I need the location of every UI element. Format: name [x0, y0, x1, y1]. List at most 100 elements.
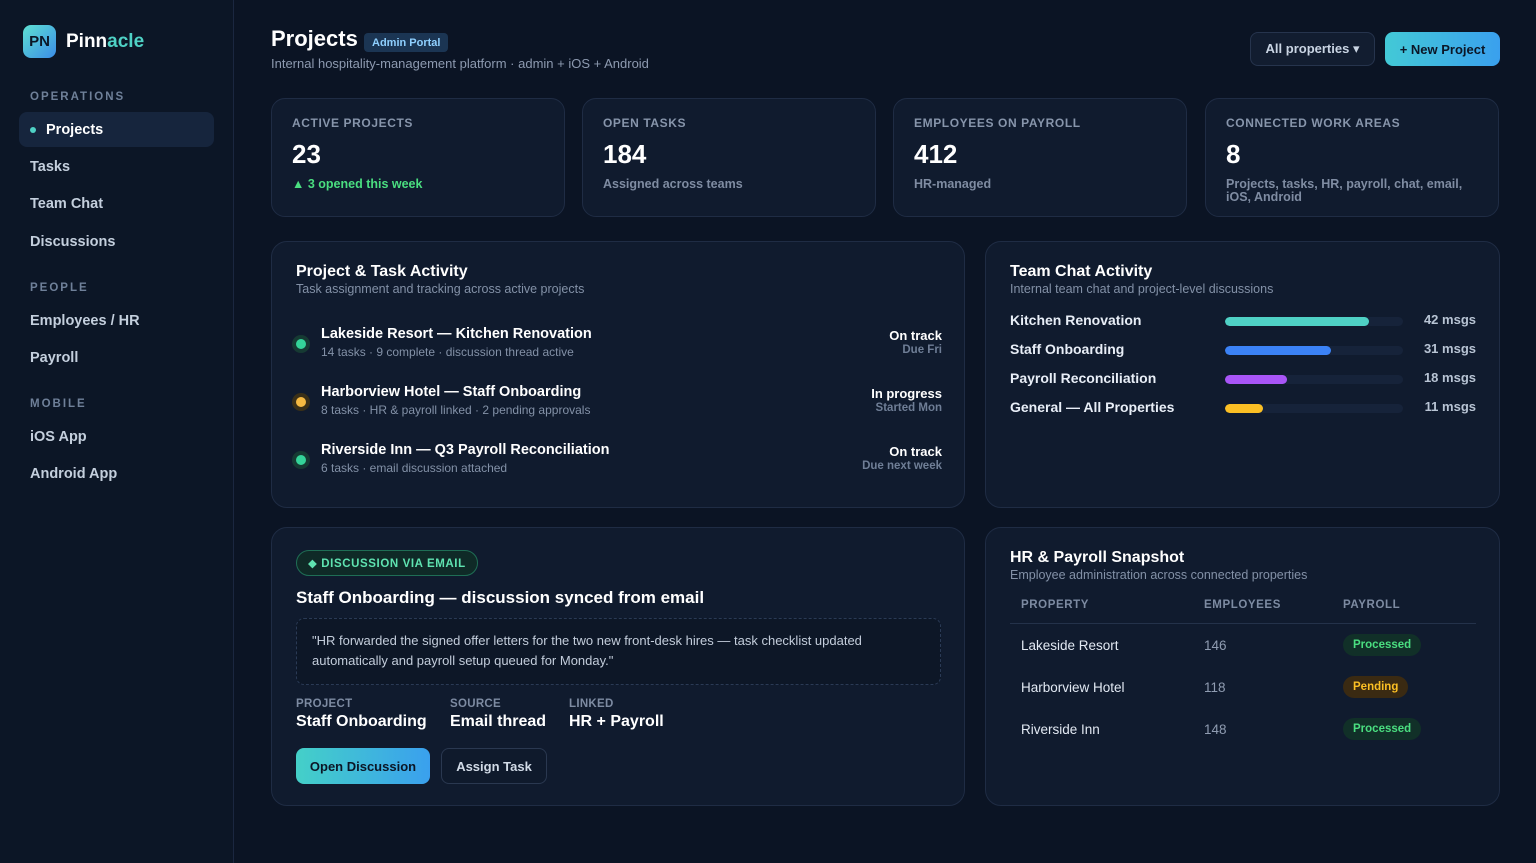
meta-value: HR + Payroll: [569, 713, 664, 730]
stat-card-active-projects: Active Projects 23 ▲ 3 opened this week: [271, 98, 565, 217]
property-filter-dropdown[interactable]: All properties ▾: [1250, 32, 1375, 66]
stat-value: 412: [914, 139, 958, 169]
panel-subtitle: Task assignment and tracking across acti…: [296, 282, 585, 296]
chat-row[interactable]: Kitchen Renovation 42 msgs: [1010, 311, 1476, 331]
discussion-source-pill: ◆ DISCUSSION VIA EMAIL: [296, 550, 478, 576]
chat-channel-name: Kitchen Renovation: [1010, 312, 1142, 328]
active-dot-icon: [30, 126, 36, 133]
chat-row[interactable]: Payroll Reconciliation 18 msgs: [1010, 369, 1476, 389]
stat-note: Assigned across teams: [603, 177, 743, 191]
meta-label: Project: [296, 698, 353, 710]
stat-value: 8: [1226, 139, 1241, 169]
activity-item[interactable]: Harborview Hotel — Staff Onboarding 8 ta…: [292, 384, 942, 424]
status-dot-icon: [296, 339, 306, 349]
meta-value: Staff Onboarding: [296, 713, 427, 730]
sidebar-item-label: Discussions: [30, 233, 116, 250]
sidebar-item-team-chat[interactable]: Team Chat: [19, 186, 214, 221]
chat-channel-name: General — All Properties: [1010, 399, 1175, 415]
stat-note: ▲ 3 opened this week: [292, 177, 423, 191]
sidebar-item-label: Projects: [46, 121, 104, 138]
sidebar-item-label: Team Chat: [30, 195, 104, 212]
stat-card-employees-on-payroll: Employees on Payroll 412 HR-managed: [893, 98, 1187, 217]
sidebar: PN Pinnacle OPERATIONS Projects Tasks Te…: [0, 0, 234, 863]
sidebar-item-label: iOS App: [30, 428, 87, 445]
payroll-status-badge: Processed: [1343, 634, 1422, 656]
sidebar-item-ios-app[interactable]: iOS App: [19, 419, 214, 454]
table-row[interactable]: Riverside Inn 148 Processed: [1010, 708, 1476, 750]
stat-note: HR-managed: [914, 177, 992, 191]
chat-count: 18 msgs: [1423, 370, 1476, 385]
activity-title: Harborview Hotel — Staff Onboarding: [321, 384, 582, 400]
cell-property: Riverside Inn: [1021, 722, 1100, 737]
table-row[interactable]: Harborview Hotel 118 Pending: [1010, 666, 1476, 708]
activity-item[interactable]: Riverside Inn — Q3 Payroll Reconciliatio…: [292, 442, 942, 482]
sidebar-item-payroll[interactable]: Payroll: [19, 340, 214, 375]
stat-label: Open Tasks: [603, 116, 687, 130]
activity-meta: 14 tasks · 9 complete · discussion threa…: [321, 345, 574, 359]
activity-title: Riverside Inn — Q3 Payroll Reconciliatio…: [321, 442, 610, 458]
sidebar-item-tasks[interactable]: Tasks: [19, 149, 214, 184]
chat-count: 31 msgs: [1423, 341, 1476, 356]
stat-value: 184: [603, 139, 647, 169]
chat-count: 42 msgs: [1423, 312, 1476, 327]
chat-bar-track: [1225, 404, 1403, 413]
assign-task-button[interactable]: Assign Task: [441, 748, 547, 784]
chat-bar-fill: [1225, 346, 1332, 355]
chat-channel-name: Staff Onboarding: [1010, 341, 1125, 357]
stat-card-open-tasks: Open Tasks 184 Assigned across teams: [582, 98, 876, 217]
nav-section-people: PEOPLE: [30, 282, 89, 294]
chat-row[interactable]: Staff Onboarding 31 msgs: [1010, 340, 1476, 360]
activity-status: On track: [889, 328, 942, 343]
column-header-payroll: PAYROLL: [1343, 599, 1401, 611]
sidebar-item-android-app[interactable]: Android App: [19, 456, 214, 491]
status-dot-icon: [296, 455, 306, 465]
meta-project: Project Staff Onboarding: [296, 698, 427, 731]
discussion-quote: "HR forwarded the signed offer letters f…: [296, 618, 941, 685]
activity-status: On track: [889, 444, 942, 459]
cell-property: Lakeside Resort: [1021, 638, 1119, 653]
panel-subtitle: Internal team chat and project-level dis…: [1010, 282, 1274, 296]
status-ring: [292, 393, 310, 411]
stat-card-connected-work-areas: Connected Work Areas 8 Projects, tasks, …: [1205, 98, 1499, 217]
open-discussion-button[interactable]: Open Discussion: [296, 748, 430, 784]
sidebar-item-employees-hr[interactable]: Employees / HR: [19, 303, 214, 338]
panel-title: Project & Task Activity: [296, 263, 468, 280]
column-header-employees: EMPLOYEES: [1204, 599, 1281, 611]
activity-meta: 6 tasks · email discussion attached: [321, 461, 508, 475]
activity-due: Due next week: [862, 460, 942, 472]
nav-section-mobile: MOBILE: [30, 398, 87, 410]
payroll-status-badge: Pending: [1343, 676, 1409, 698]
activity-meta: 8 tasks · HR & payroll linked · 2 pendin…: [321, 403, 591, 417]
chat-bar-track: [1225, 346, 1403, 355]
new-project-button[interactable]: + New Project: [1385, 32, 1500, 66]
page-subtitle: Internal hospitality-management platform…: [271, 56, 649, 71]
activity-due: Due Fri: [902, 344, 942, 356]
brand[interactable]: PN Pinnacle: [23, 25, 144, 58]
nav-section-operations: OPERATIONS: [30, 91, 126, 103]
brand-logo: PN: [23, 25, 56, 58]
activity-title: Lakeside Resort — Kitchen Renovation: [321, 326, 592, 342]
sidebar-item-projects[interactable]: Projects: [19, 112, 214, 147]
sidebar-item-label: Tasks: [30, 158, 71, 175]
table-row[interactable]: Lakeside Resort 146 Processed: [1010, 624, 1476, 666]
meta-linked: Linked HR + Payroll: [569, 698, 664, 731]
activity-item[interactable]: Lakeside Resort — Kitchen Renovation 14 …: [292, 326, 942, 366]
activity-panel: Project & Task Activity Task assignment …: [271, 241, 965, 508]
stat-value: 23: [292, 139, 321, 169]
sidebar-item-discussions[interactable]: Discussions: [19, 224, 214, 259]
panel-title: HR & Payroll Snapshot: [1010, 549, 1185, 566]
sidebar-item-label: Employees / HR: [30, 312, 140, 329]
meta-source: Source Email thread: [450, 698, 546, 731]
stat-label: Connected Work Areas: [1226, 116, 1401, 130]
hr-table: PROPERTY EMPLOYEES PAYROLL Lakeside Reso…: [1010, 590, 1476, 750]
discussion-title: Staff Onboarding — discussion synced fro…: [296, 588, 705, 607]
page-title: Projects: [271, 26, 358, 51]
chat-channel-name: Payroll Reconciliation: [1010, 370, 1157, 386]
chat-bar-track: [1225, 317, 1403, 326]
column-header-property: PROPERTY: [1021, 599, 1090, 611]
chat-bar-fill: [1225, 317, 1369, 326]
chat-row[interactable]: General — All Properties 11 msgs: [1010, 398, 1476, 418]
app-root: PN Pinnacle OPERATIONS Projects Tasks Te…: [0, 0, 1536, 863]
stat-label: Employees on Payroll: [914, 116, 1081, 130]
cell-property: Harborview Hotel: [1021, 680, 1125, 695]
